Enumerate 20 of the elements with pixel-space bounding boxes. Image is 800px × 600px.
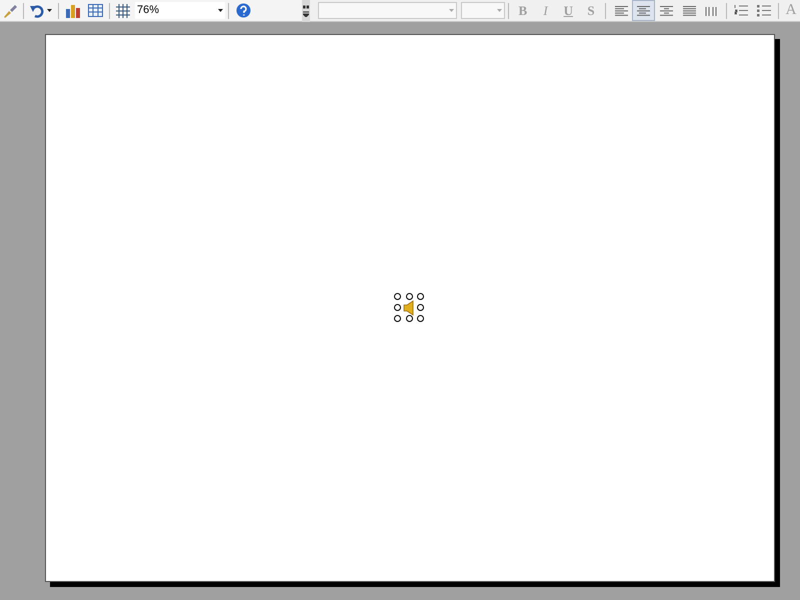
undo-icon: [30, 4, 44, 18]
align-icon: [614, 4, 628, 16]
table-icon: [88, 4, 102, 17]
bullet-list-icon: [756, 4, 771, 17]
caret-icon: [47, 9, 52, 12]
align-icon: [682, 4, 696, 16]
grid-icon: [116, 4, 130, 18]
help-icon: [236, 3, 250, 18]
chevron-icon: [302, 4, 309, 16]
toolbar-grip[interactable]: [302, 0, 310, 22]
sound-object[interactable]: [395, 294, 425, 322]
align-icon: [636, 4, 650, 16]
zoom-dropdown[interactable]: 76%: [135, 2, 225, 19]
align-icon: [659, 4, 674, 16]
numbered-list-icon: [734, 4, 748, 17]
caret-icon: [218, 9, 223, 12]
caret-icon: [449, 9, 454, 12]
caret-icon: [496, 9, 502, 12]
brush-icon: [2, 2, 18, 18]
bar-chart-icon: [65, 2, 81, 18]
